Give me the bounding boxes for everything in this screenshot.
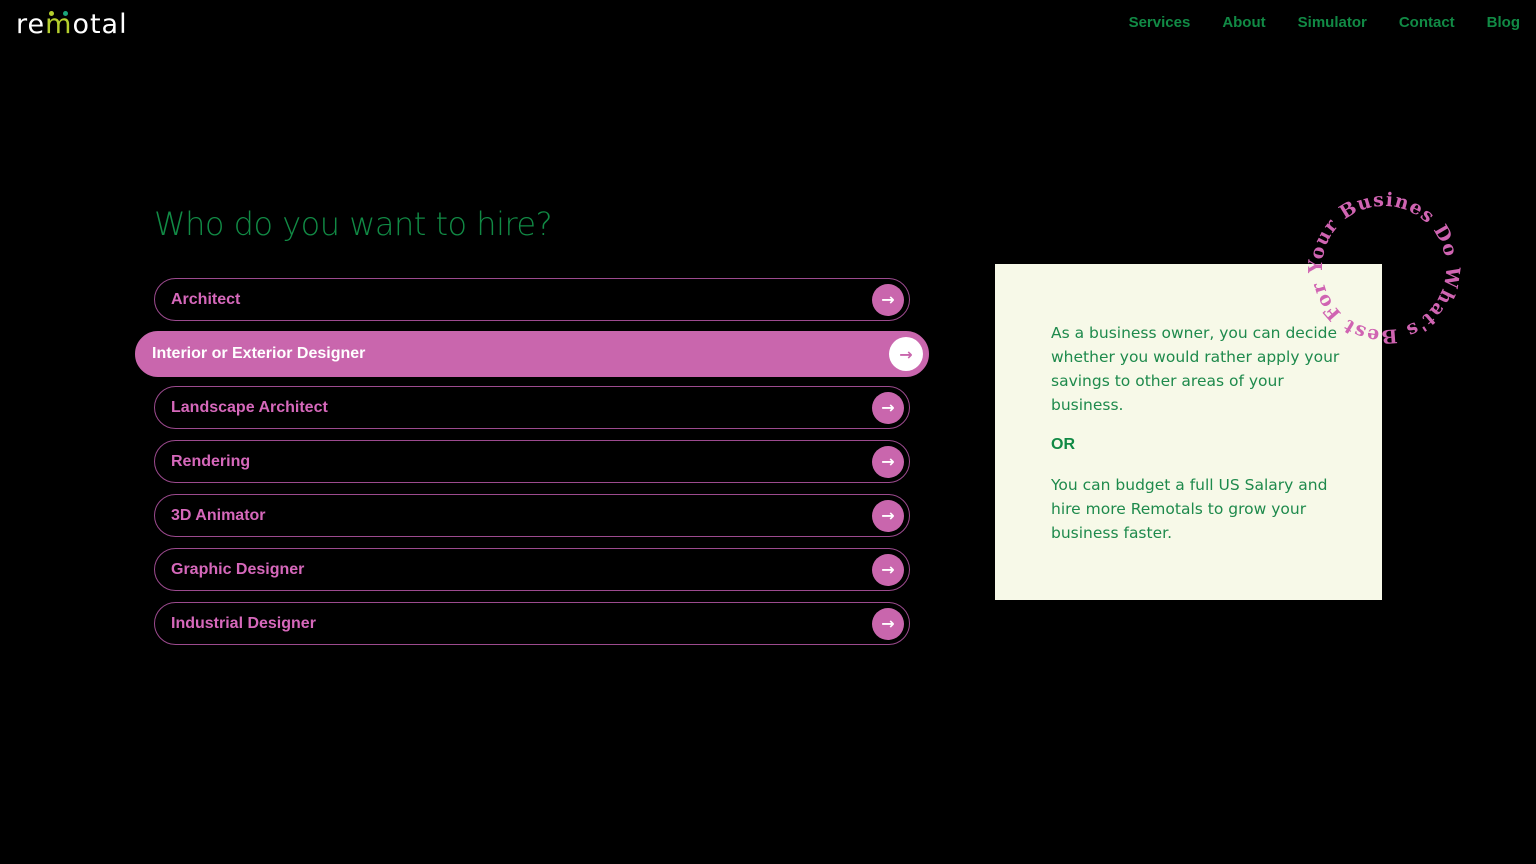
- arrow-right-icon[interactable]: →: [872, 499, 904, 532]
- main-nav: Services About Simulator Contact Blog: [1097, 13, 1520, 33]
- option-architect[interactable]: Architect →: [154, 278, 910, 321]
- logo-m-glyph: m: [45, 8, 73, 40]
- card-paragraph-2: You can budget a full US Salary and hire…: [1051, 476, 1328, 542]
- page-title: Who do you want to hire?: [154, 205, 553, 243]
- option-3d-animator[interactable]: 3D Animator →: [154, 494, 910, 537]
- arrow-right-icon[interactable]: →: [872, 607, 904, 640]
- arrow-right-icon[interactable]: →: [872, 553, 904, 586]
- option-label: Graphic Designer: [171, 560, 305, 578]
- arrow-right-icon[interactable]: →: [872, 283, 904, 316]
- card-or: OR: [1051, 436, 1075, 453]
- option-label: Industrial Designer: [171, 614, 316, 632]
- nav-about[interactable]: About: [1222, 13, 1265, 33]
- circular-text-badge: Do What's Best For Your Busines •: [1304, 188, 1464, 348]
- option-landscape-architect[interactable]: Landscape Architect →: [154, 386, 910, 429]
- logo[interactable]: re m otal: [16, 8, 128, 40]
- option-interior-exterior-designer[interactable]: Interior or Exterior Designer →: [135, 331, 929, 377]
- arrow-right-icon[interactable]: →: [889, 337, 923, 371]
- option-label: Landscape Architect: [171, 398, 328, 416]
- logo-text-suffix: otal: [72, 8, 128, 40]
- option-rendering[interactable]: Rendering →: [154, 440, 910, 483]
- arrow-right-icon[interactable]: →: [872, 445, 904, 478]
- circular-text: Do What's Best For Your Busines •: [1304, 188, 1464, 348]
- arrow-right-icon[interactable]: →: [872, 391, 904, 424]
- option-label: Architect: [171, 290, 241, 308]
- option-industrial-designer[interactable]: Industrial Designer →: [154, 602, 910, 645]
- option-label: Interior or Exterior Designer: [152, 345, 366, 362]
- card-paragraph-1: As a business owner, you can decide whet…: [1051, 324, 1340, 414]
- nav-blog[interactable]: Blog: [1487, 13, 1520, 33]
- option-label: Rendering: [171, 452, 251, 470]
- nav-contact[interactable]: Contact: [1399, 13, 1455, 33]
- logo-text-prefix: re: [16, 8, 46, 40]
- option-label: 3D Animator: [171, 506, 266, 524]
- nav-simulator[interactable]: Simulator: [1298, 13, 1367, 33]
- option-graphic-designer[interactable]: Graphic Designer →: [154, 548, 910, 591]
- nav-services[interactable]: Services: [1129, 13, 1191, 33]
